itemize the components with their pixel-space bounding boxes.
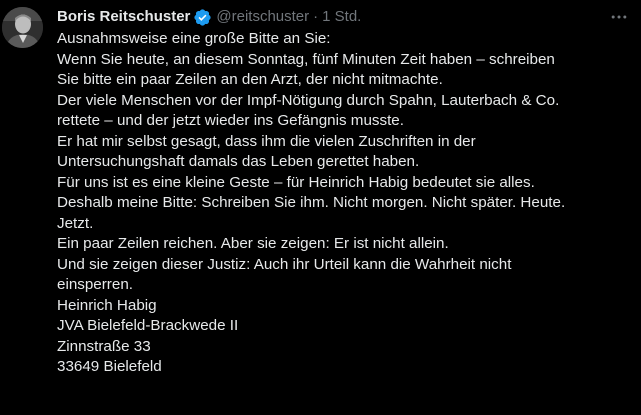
tweet-line: Deshalb meine Bitte: Schreiben Sie ihm. … bbox=[57, 194, 566, 211]
tweet-line: Ausnahmsweise eine große Bitte an Sie: bbox=[57, 30, 331, 47]
tweet-line: einsperren. bbox=[57, 276, 133, 293]
tweet-line: Und sie zeigen dieser Justiz: Auch ihr U… bbox=[57, 255, 512, 273]
display-name[interactable]: Boris Reitschuster bbox=[57, 7, 190, 27]
tweet-line: 33649 Bielefeld bbox=[57, 358, 162, 375]
more-options-icon[interactable] bbox=[607, 6, 631, 28]
tweet-line: Wenn Sie heute, an diesem Sonntag, fünf … bbox=[57, 50, 555, 68]
tweet: Boris Reitschuster @reitschuster · 1 Std… bbox=[0, 0, 641, 415]
tweet-line: Zinnstraße 33 bbox=[57, 337, 151, 355]
tweet-line: Er hat mir selbst gesagt, dass ihm die v… bbox=[57, 132, 476, 150]
tweet-line: Heinrich Habig bbox=[57, 296, 157, 314]
tweet-header: Boris Reitschuster @reitschuster · 1 Std… bbox=[57, 6, 361, 28]
avatar[interactable] bbox=[2, 7, 43, 48]
tweet-line: Ein paar Zeilen reichen. Aber sie zeigen… bbox=[57, 235, 449, 252]
timestamp[interactable]: 1 Std. bbox=[322, 7, 361, 27]
tweet-line: Für uns ist es eine kleine Geste – für H… bbox=[57, 173, 535, 191]
handle[interactable]: @reitschuster bbox=[216, 7, 309, 27]
tweet-line: Sie bitte ein paar Zeilen an den Arzt, d… bbox=[57, 71, 443, 88]
separator-dot: · bbox=[313, 8, 319, 25]
tweet-line: rettete – und der jetzt wieder ins Gefän… bbox=[57, 112, 404, 129]
tweet-line: Der viele Menschen vor der Impf-Nötigung… bbox=[57, 91, 560, 109]
verified-badge-icon bbox=[193, 8, 212, 27]
tweet-line: Jetzt. bbox=[57, 214, 94, 232]
tweet-line: JVA Bielefeld-Brackwede II bbox=[57, 317, 239, 334]
tweet-text: Ausnahmsweise eine große Bitte an Sie: W… bbox=[57, 29, 637, 378]
tweet-line: Untersuchungshaft damals das Leben geret… bbox=[57, 153, 420, 170]
